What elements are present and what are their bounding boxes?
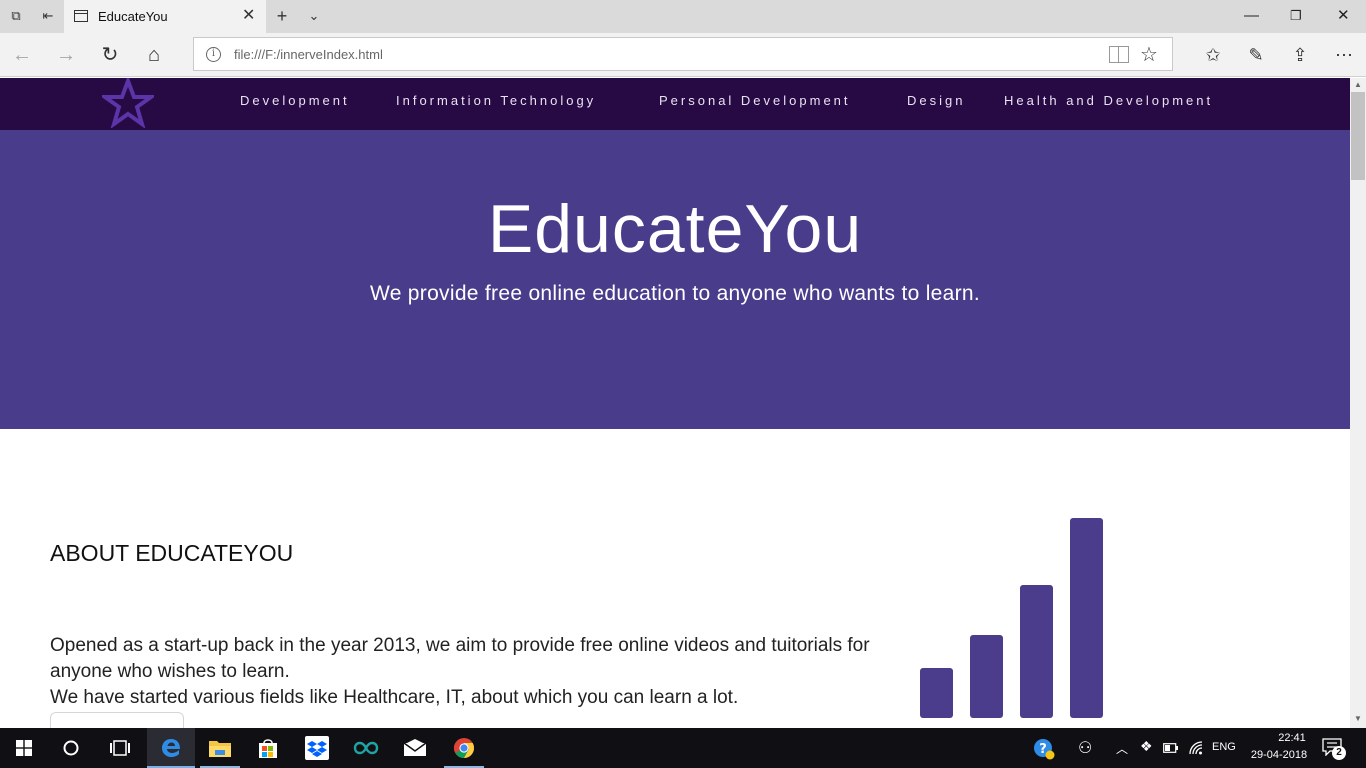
scroll-up-icon[interactable]: ▲	[1352, 80, 1364, 89]
taskbar-edge[interactable]	[147, 728, 195, 768]
star-logo-icon[interactable]	[102, 78, 154, 128]
address-text[interactable]: file:///F:/innerveIndex.html	[234, 47, 383, 62]
close-tab-icon[interactable]: ✕	[242, 6, 255, 26]
action-center-button[interactable]: 2	[1322, 738, 1348, 760]
info-icon[interactable]: i	[206, 47, 221, 62]
hero-section: EducateYou We provide free online educat…	[0, 130, 1350, 429]
browser-toolbar: ← → ↻ ⌂ i file:///F:/innerveIndex.html ☆…	[0, 33, 1366, 77]
battery-icon[interactable]	[1163, 743, 1179, 753]
page-icon	[74, 10, 88, 22]
browser-tab-bar: ⧉ ⇤ EducateYou ✕ + ⌄ — ❐ ✕	[0, 0, 1366, 33]
share-icon[interactable]: ⇪	[1286, 41, 1314, 69]
refresh-icon[interactable]: ↻	[96, 41, 124, 69]
tab-preview-chevron-icon[interactable]: ⌄	[306, 8, 322, 24]
pen-icon[interactable]: ✎	[1242, 41, 1270, 69]
arduino-icon	[353, 741, 379, 755]
nav-personal-development[interactable]: Personal Development	[659, 93, 851, 108]
nav-design[interactable]: Design	[907, 93, 965, 108]
taskbar-mail[interactable]	[391, 728, 439, 768]
nav-information-technology[interactable]: Information Technology	[396, 93, 596, 108]
windows-taskbar: ? ⚇ ︿ ❖ ENG 22:41 29-04-2018 2	[0, 728, 1366, 768]
minimize-icon[interactable]: —	[1244, 6, 1259, 26]
store-icon	[259, 739, 277, 758]
task-view-icon[interactable]	[109, 740, 131, 756]
taskbar-store[interactable]	[244, 728, 292, 768]
show-hidden-icons-chevron-icon[interactable]: ︿	[1116, 740, 1128, 757]
bar-chart-icon	[920, 518, 1103, 718]
scroll-down-icon[interactable]: ▼	[1352, 714, 1364, 723]
tab-educateyou[interactable]: EducateYou ✕	[64, 0, 266, 33]
edge-icon	[162, 739, 180, 757]
wifi-icon[interactable]	[1188, 740, 1204, 756]
taskbar-chrome[interactable]	[440, 728, 488, 768]
chrome-icon	[453, 738, 475, 759]
taskbar-arduino[interactable]	[342, 728, 390, 768]
people-icon[interactable]: ⚇	[1078, 738, 1092, 758]
back-arrow-icon[interactable]: ←	[8, 41, 36, 69]
site-header: Development Information Technology Perso…	[0, 78, 1350, 130]
address-bar[interactable]: i file:///F:/innerveIndex.html ☆	[193, 37, 1173, 71]
page-viewport: Development Information Technology Perso…	[0, 78, 1350, 728]
about-text: Opened as a start-up back in the year 20…	[50, 633, 880, 711]
favorite-star-icon[interactable]: ☆	[1140, 42, 1158, 67]
windows-start-icon[interactable]	[16, 740, 32, 756]
nav-health-and-development[interactable]: Health and Development	[1004, 93, 1213, 108]
mail-icon	[403, 739, 427, 756]
tab-title: EducateYou	[98, 9, 168, 24]
more-icon[interactable]: ⋯	[1330, 41, 1358, 69]
taskbar-dropbox[interactable]	[293, 728, 341, 768]
taskbar-file-explorer[interactable]	[196, 728, 244, 768]
about-paragraph-2: We have started various fields like Heal…	[50, 687, 739, 708]
language-indicator[interactable]: ENG	[1212, 741, 1236, 753]
clock-time[interactable]: 22:41	[1264, 732, 1320, 744]
new-tab-icon[interactable]: +	[274, 7, 290, 25]
home-icon[interactable]: ⌂	[140, 41, 168, 69]
restore-icon[interactable]: ❐	[1290, 6, 1302, 26]
help-icon[interactable]: ?	[1033, 738, 1055, 760]
about-button[interactable]	[50, 712, 184, 728]
cortana-icon[interactable]	[63, 740, 79, 756]
hero-subtitle: We provide free online education to anyo…	[369, 282, 981, 305]
about-heading: ABOUT EDUCATEYOU	[50, 540, 294, 566]
window-close-icon[interactable]: ✕	[1337, 6, 1350, 26]
hero-title: EducateYou	[487, 191, 863, 267]
reading-view-icon[interactable]	[1109, 46, 1129, 63]
notification-count-badge: 2	[1332, 746, 1346, 760]
file-explorer-icon	[209, 741, 231, 757]
scroll-thumb[interactable]	[1351, 92, 1365, 180]
favorites-hub-icon[interactable]: ✩	[1199, 41, 1227, 69]
forward-arrow-icon[interactable]: →	[52, 41, 80, 69]
show-tabs-aside-icon[interactable]: ⇤	[40, 8, 56, 24]
about-paragraph-1: Opened as a start-up back in the year 20…	[50, 635, 870, 682]
nav-development[interactable]: Development	[240, 93, 350, 108]
tabs-aside-icon[interactable]: ⧉	[8, 8, 24, 24]
dropbox-icon	[305, 736, 329, 760]
dropbox-tray-icon[interactable]: ❖	[1140, 738, 1153, 755]
page-scrollbar[interactable]: ▲ ▼	[1350, 78, 1366, 728]
clock-date[interactable]: 29-04-2018	[1248, 749, 1310, 761]
